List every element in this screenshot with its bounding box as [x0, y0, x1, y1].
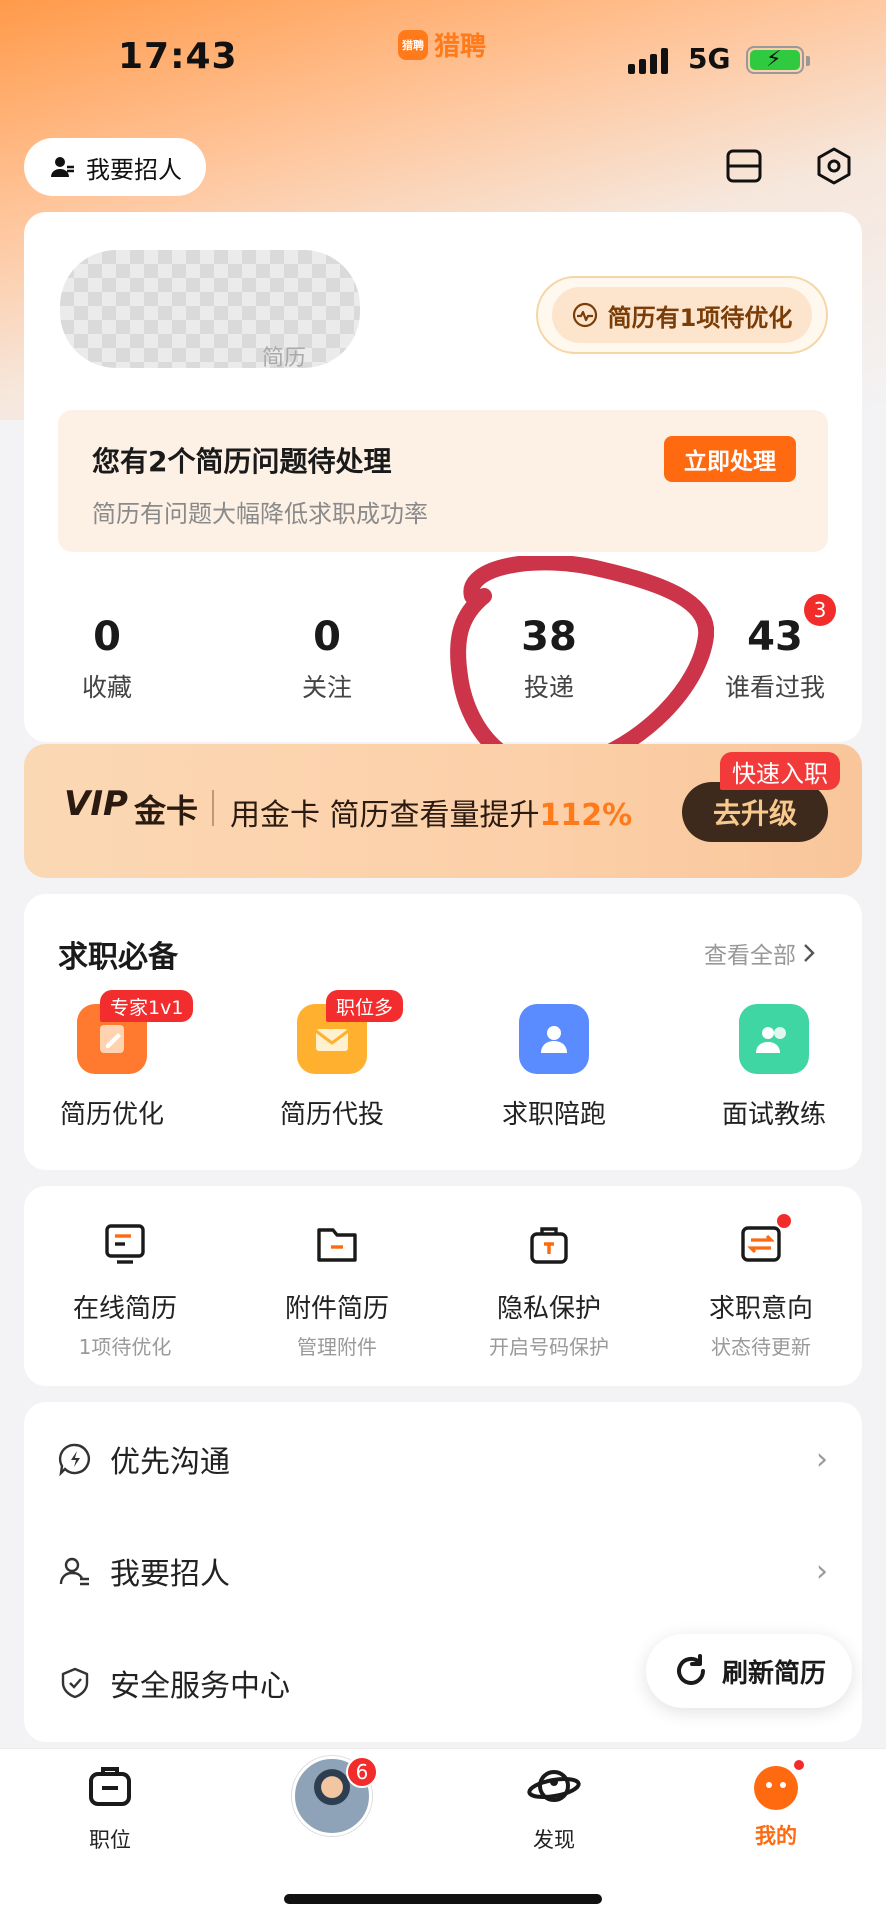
recruit-user-icon	[59, 1557, 89, 1586]
tool-label: 面试教练	[721, 1100, 826, 1130]
resume-attachment[interactable]: 附件简历 管理附件	[242, 1220, 432, 1360]
handle-now-button[interactable]: 立即处理	[664, 436, 796, 482]
notification-dot	[777, 1214, 791, 1228]
vip-divider	[212, 790, 214, 826]
tools-view-all-label: 查看全部	[704, 943, 796, 969]
refresh-resume-button[interactable]: 刷新简历	[646, 1634, 852, 1708]
tool-job-coach[interactable]: 求职陪跑	[464, 1004, 644, 1131]
stat-favorites[interactable]: 0 收藏	[32, 614, 182, 704]
tool-interview-coach[interactable]: 面试教练	[684, 1004, 864, 1131]
settings-button[interactable]	[810, 142, 858, 190]
chevron-right-icon	[804, 944, 815, 962]
stat-label: 谁看过我	[724, 673, 825, 702]
blurred-profile[interactable]	[60, 250, 360, 368]
recruit-user-icon	[51, 157, 74, 177]
people-icon	[739, 1004, 809, 1074]
folder-icon	[313, 1220, 361, 1268]
refresh-icon	[677, 1654, 705, 1685]
resume-label: 求职意向	[708, 1294, 813, 1324]
tools-title: 求职必备	[58, 940, 178, 975]
stat-label: 收藏	[81, 673, 132, 702]
vip-tag: 快速入职	[720, 752, 840, 790]
battery-cap	[806, 56, 810, 66]
brand-name: 猎聘	[434, 32, 487, 62]
recruit-switch-button[interactable]: 我要招人	[24, 138, 206, 196]
profile-subtitle: 简历	[262, 346, 307, 371]
vip-percent: 112%	[539, 798, 633, 833]
settings-hex-icon	[817, 147, 851, 185]
stat-viewers[interactable]: 43 谁看过我	[700, 614, 850, 704]
nav-label: 职位	[89, 1828, 131, 1852]
brand-logo-icon: 猎聘	[398, 29, 428, 60]
tool-tag: 专家1v1	[100, 990, 194, 1022]
resume-sub: 管理附件	[297, 1335, 377, 1359]
notification-dot	[792, 1758, 806, 1772]
vip-logo: VIP	[64, 784, 128, 824]
resume-label: 在线简历	[72, 1294, 177, 1324]
tool-tag: 职位多	[326, 990, 404, 1022]
shield-check-icon	[61, 1667, 89, 1699]
vip-card-label: 金卡	[134, 792, 199, 830]
list-item-priority-chat[interactable]: 优先沟通 ›	[24, 1404, 862, 1514]
tool-label: 简历代投	[279, 1100, 384, 1130]
vip-promo-label: 用金卡 简历查看量提升	[230, 798, 540, 833]
stat-following[interactable]: 0 关注	[252, 614, 402, 704]
list-label: 我要招人	[110, 1557, 230, 1592]
tools-view-all[interactable]: 查看全部	[704, 936, 816, 970]
battery-icon: ⚡	[746, 46, 804, 74]
tool-label: 简历优化	[59, 1100, 164, 1130]
resume-label: 附件简历	[284, 1294, 389, 1324]
resume-online[interactable]: 在线简历 1项待优化	[30, 1220, 220, 1360]
chevron-right-icon: ›	[816, 1441, 828, 1477]
nav-label: 发现	[533, 1828, 575, 1852]
stat-value: 0	[313, 614, 341, 660]
person-icon	[519, 1004, 589, 1074]
resume-label: 隐私保护	[496, 1294, 601, 1324]
scan-button[interactable]	[720, 142, 768, 190]
vip-promo-text: 用金卡 简历查看量提升112%	[230, 790, 632, 834]
brand: 猎聘 猎聘	[398, 26, 486, 63]
list-item-recruit[interactable]: 我要招人 ›	[24, 1516, 862, 1626]
resume-privacy[interactable]: 隐私保护 开启号码保护	[454, 1220, 644, 1360]
briefcase-icon	[89, 1767, 131, 1806]
resume-sub: 状态待更新	[711, 1335, 811, 1359]
signal-icon	[628, 48, 668, 74]
resume-optimize-label: 简历有1项待优化	[607, 303, 793, 332]
issue-title: 您有2个简历问题待处理	[92, 445, 392, 478]
tool-resume-optimize[interactable]: 简历优化	[22, 1004, 202, 1131]
list-label: 优先沟通	[110, 1445, 230, 1480]
privacy-bag-icon	[525, 1220, 573, 1268]
tool-label: 求职陪跑	[501, 1100, 606, 1130]
recruit-switch-label: 我要招人	[86, 155, 182, 184]
pulse-icon	[572, 302, 597, 328]
network-type: 5G	[688, 42, 731, 75]
nav-mine[interactable]: 我的	[706, 1758, 846, 1850]
resume-sub: 1项待优化	[78, 1335, 172, 1359]
resume-sub: 开启号码保护	[489, 1335, 609, 1359]
resume-optimize-pill[interactable]: 简历有1项待优化	[536, 276, 828, 354]
planet-icon	[527, 1770, 581, 1802]
home-indicator[interactable]	[284, 1894, 602, 1904]
intent-switch-icon	[737, 1214, 791, 1268]
monitor-resume-icon	[101, 1220, 149, 1268]
vip-upgrade-button[interactable]: 去升级	[682, 782, 828, 842]
avatar-badge: 6	[346, 1756, 378, 1788]
resume-intent[interactable]: 求职意向 状态待更新	[666, 1214, 856, 1360]
stat-label: 关注	[301, 673, 352, 702]
lightning-chat-icon	[58, 1443, 90, 1476]
nav-discover[interactable]: 发现	[484, 1760, 624, 1854]
nav-label: 我的	[755, 1824, 797, 1848]
viewers-badge: 3	[804, 594, 836, 626]
scan-icon	[726, 149, 762, 183]
status-time: 17:43	[118, 36, 238, 77]
chevron-right-icon: ›	[816, 1553, 828, 1589]
stat-value: 0	[93, 614, 121, 660]
nav-jobs[interactable]: 职位	[40, 1760, 180, 1854]
tool-resume-delivery[interactable]: 简历代投	[242, 1004, 422, 1131]
issue-subtitle: 简历有问题大幅降低求职成功率	[92, 500, 428, 528]
refresh-resume-label: 刷新简历	[721, 1658, 826, 1689]
